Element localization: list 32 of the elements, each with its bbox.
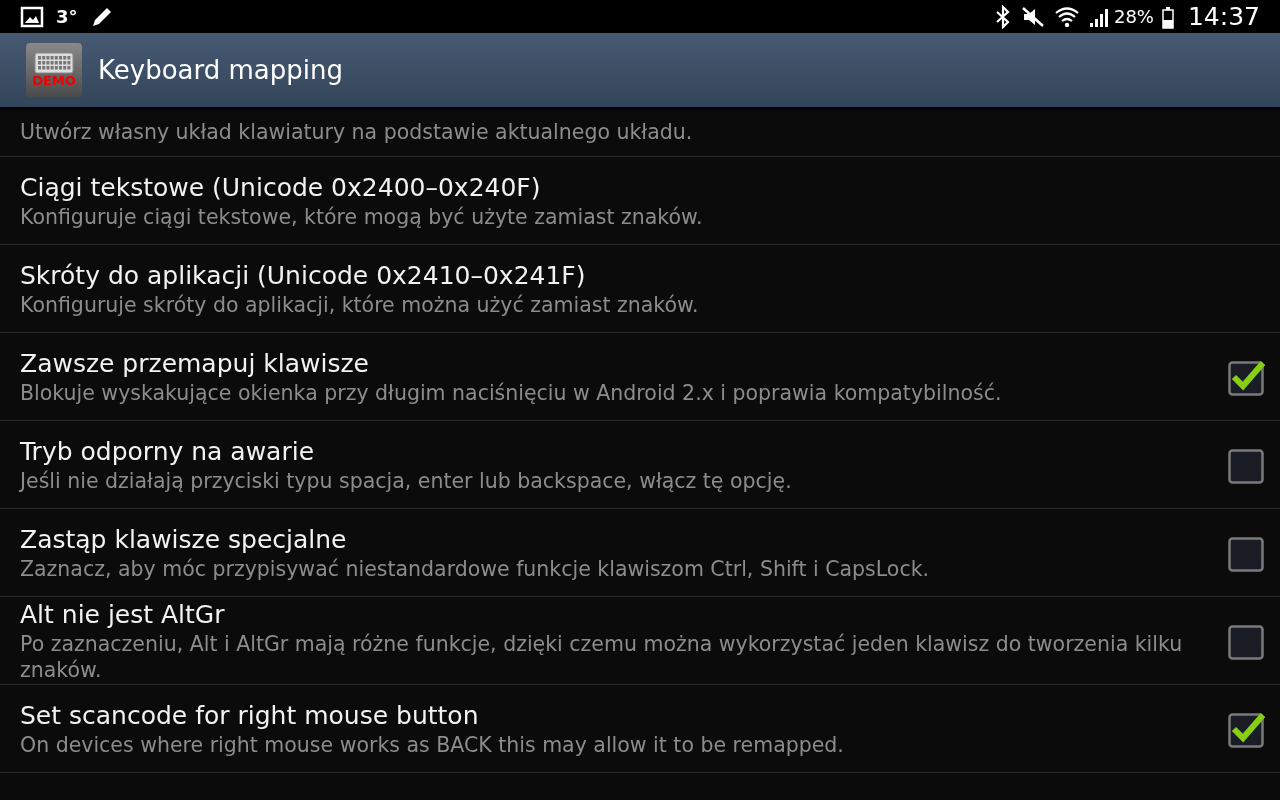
wifi-icon [1053,4,1080,29]
gallery-icon [20,5,44,28]
clock: 14:37 [1187,2,1260,31]
setting-title: Zawsze przemapuj klawisze [20,347,370,380]
setting-title: Zastąp klawisze specjalne [20,523,348,556]
setting-summary: On devices where right mouse works as BACK this may allow it to be remapped. [20,731,845,758]
setting-summary: Blokuje wyskakujące okienka przy długim naciśnięciu w Android 2.x i poprawia kompatybilność. [20,379,1003,406]
battery-icon [1161,4,1174,29]
setting-summary: Po zaznaczeniu, Alt i AltGr mają różne funkcje, dzięki czemu można wykorzystać jeden klawisz do tworzenia kilku znaków. [20,630,1184,683]
setting-title: Tryb odporny na awarie [20,435,316,468]
settings-item[interactable]: Alt nie jest AltGr Po zaznaczeniu, Alt i AltGr mają różne funkcje, dzięki czemu można wykorzystać jeden klawisz do tworzenia kilku znaków. [0,597,1280,685]
setting-summary: Konfiguruje skróty do aplikacji, które można użyć zamiast znaków. [20,291,700,318]
settings-item[interactable]: Skróty do aplikacji (Unicode 0x2410–0x241F) Konfiguruje skróty do aplikacji, które można użyć zamiast znaków. [0,245,1280,333]
setting-summary: Zaznacz, aby móc przypisywać niestandardowe funkcje klawiszom Ctrl, Shift i CapsLock. [20,555,931,582]
setting-summary: Utwórz własny układ klawiatury na podstawie aktualnego układu. [20,118,694,145]
screen-title: Keyboard mapping [98,55,343,85]
setting-summary: Konfiguruje ciągi tekstowe, które mogą być użyte zamiast znaków. [20,203,704,230]
keyboard-icon [34,52,74,74]
settings-item[interactable]: Ciągi tekstowe (Unicode 0x2400–0x240F) Konfiguruje ciągi tekstowe, które mogą być użyte zamiast znaków. [0,157,1280,245]
setting-title: Alt nie jest AltGr [20,598,226,631]
setting-title: Skróty do aplikacji (Unicode 0x2410–0x241F) [20,259,587,292]
setting-summary: Jeśli nie działają przyciski typu spacja, enter lub backspace, włącz tę opcję. [20,467,793,494]
demo-label: DEMO [32,74,76,88]
setting-title: Set scancode for right mouse button [20,699,480,732]
settings-item[interactable]: Zastąp klawisze specjalne Zaznacz, aby móc przypisywać niestandardowe funkcje klawiszom Ctrl, Shift i CapsLock. [0,509,1280,597]
settings-item[interactable]: Set scancode for right mouse button On devices where right mouse works as BACK this may allow it to be remapped. [0,685,1280,773]
temperature: 3° [56,6,78,27]
settings-item[interactable]: Utwórz własny układ klawiatury na podstawie aktualnego układu. [0,107,1280,157]
battery-percent: 28% [1113,6,1154,27]
setting-title: Ciągi tekstowe (Unicode 0x2400–0x240F) [20,171,542,204]
settings-item[interactable]: Zawsze przemapuj klawisze Blokuje wyskakujące okienka przy długim naciśnięciu w Android 2.x i poprawia kompatybilność. [0,333,1280,421]
settings-item[interactable]: Tryb odporny na awarie Jeśli nie działają przyciski typu spacja, enter lub backspace, włącz tę opcję. [0,421,1280,509]
